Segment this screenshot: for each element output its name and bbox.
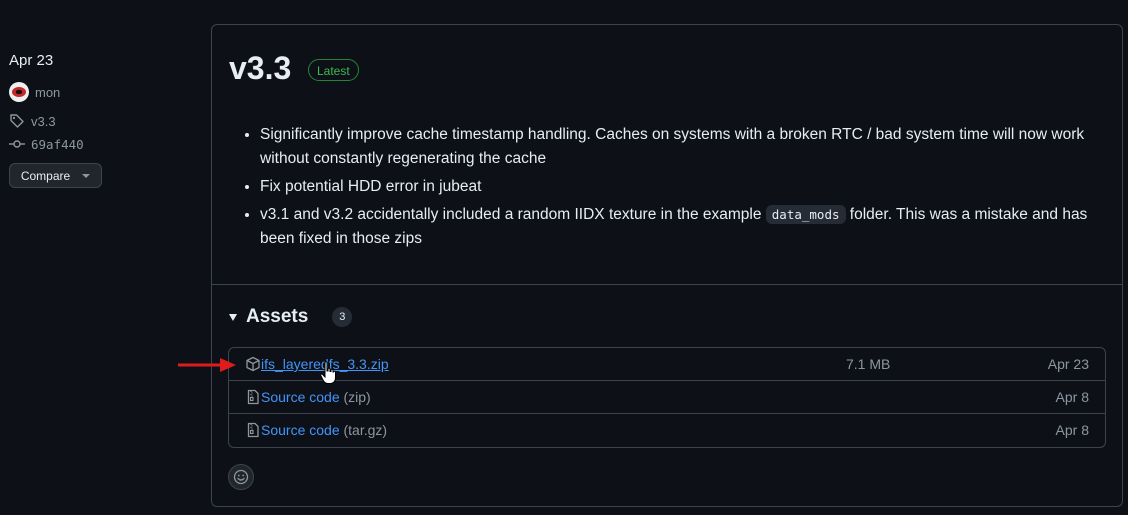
- tag-icon: [10, 114, 24, 128]
- compare-label: Compare: [20, 168, 71, 183]
- asset-row: ifs_layeredfs_3.3.zip 7.1 MB Apr 23: [229, 348, 1105, 381]
- source-zip-link[interactable]: Source code (zip): [261, 389, 371, 405]
- tag-name[interactable]: v3.3: [31, 114, 56, 129]
- asset-row: Source code (tar.gz) Apr 8: [229, 414, 1105, 447]
- release-card: v3.3 Latest Significantly improve cache …: [211, 24, 1123, 507]
- inline-code: data_mods: [765, 205, 846, 224]
- triangle-down-icon[interactable]: [229, 313, 237, 321]
- hand-cursor-icon: [320, 361, 336, 384]
- divider: [212, 284, 1122, 285]
- asset-size: 7.1 MB: [846, 356, 891, 372]
- release-notes: Significantly improve cache timestamp ha…: [245, 123, 1120, 255]
- release-note: v3.1 and v3.2 accidentally included a ra…: [260, 203, 1120, 251]
- latest-badge: Latest: [308, 59, 359, 81]
- asset-date: Apr 8: [1055, 422, 1089, 438]
- smiley-icon: [233, 469, 249, 485]
- commit-sha[interactable]: 69af440: [31, 137, 84, 152]
- author-name[interactable]: mon: [35, 85, 60, 100]
- assets-title[interactable]: Assets: [246, 306, 308, 328]
- file-zip-icon: [247, 422, 259, 438]
- release-note: Fix potential HDD error in jubeat: [260, 175, 1120, 199]
- avatar[interactable]: [9, 82, 29, 102]
- file-zip-icon: [247, 389, 259, 405]
- assets-list: ifs_layeredfs_3.3.zip 7.1 MB Apr 23 Sour…: [228, 347, 1106, 448]
- assets-toggle[interactable]: Assets 3: [229, 306, 353, 328]
- asset-ext[interactable]: (tar.gz): [344, 422, 388, 438]
- asset-name[interactable]: Source code: [261, 389, 340, 405]
- assets-count-badge: 3: [332, 307, 353, 327]
- release-commit[interactable]: 69af440: [9, 136, 84, 152]
- asset-row: Source code (zip) Apr 8: [229, 381, 1105, 414]
- asset-name[interactable]: Source code: [261, 422, 340, 438]
- annotation-arrow-icon: [178, 358, 236, 372]
- note-text: v3.1 and v3.2 accidentally included a ra…: [260, 206, 766, 223]
- package-icon: [246, 356, 260, 372]
- asset-date: Apr 23: [1047, 356, 1089, 372]
- asset-date: Apr 8: [1055, 389, 1089, 405]
- asset-ext[interactable]: (zip): [344, 389, 371, 405]
- compare-button[interactable]: Compare: [9, 163, 102, 188]
- commit-icon: [9, 140, 25, 148]
- release-note: Significantly improve cache timestamp ha…: [260, 123, 1120, 171]
- release-date: Apr 23: [9, 52, 54, 69]
- release-title[interactable]: v3.3: [229, 50, 291, 87]
- chevron-down-icon: [82, 173, 91, 178]
- add-reaction-button[interactable]: [228, 464, 254, 490]
- release-author[interactable]: mon: [9, 82, 60, 102]
- release-tag[interactable]: v3.3: [9, 113, 56, 129]
- source-targz-link[interactable]: Source code (tar.gz): [261, 422, 387, 438]
